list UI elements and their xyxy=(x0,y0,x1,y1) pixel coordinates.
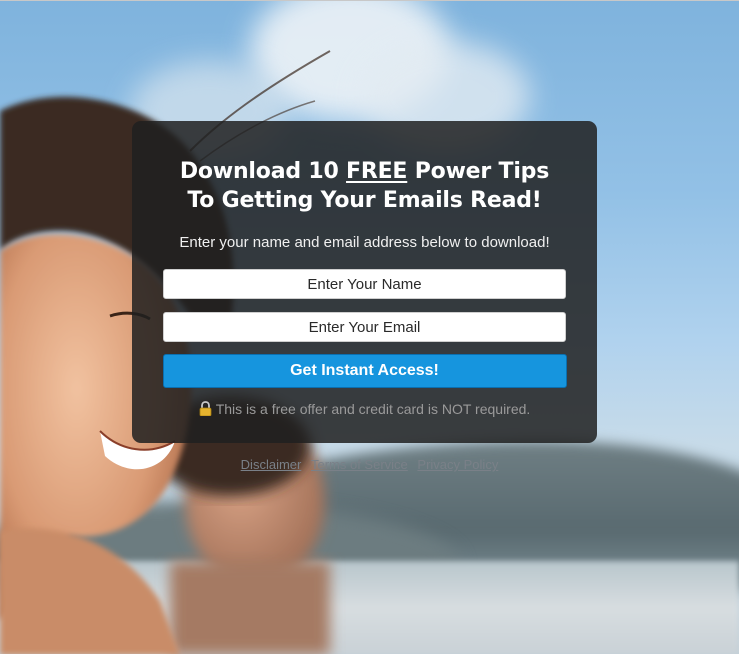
free-offer-note: This is a free offer and credit card is … xyxy=(132,401,597,419)
headline: Download 10 FREE Power Tips To Getting Y… xyxy=(132,157,597,215)
subtitle: Enter your name and email address below … xyxy=(179,234,550,251)
landing-page: Download 10 FREE Power Tips To Getting Y… xyxy=(0,0,739,654)
terms-link[interactable]: Terms of Service xyxy=(311,457,408,472)
headline-line-2: To Getting Your Emails Read! xyxy=(187,188,542,213)
headline-free: FREE xyxy=(346,159,408,184)
get-access-button[interactable]: Get Instant Access! xyxy=(162,354,567,388)
lock-icon xyxy=(199,401,212,419)
free-offer-text: This is a free offer and credit card is … xyxy=(215,401,531,417)
footer-links: Disclaimer Terms of Service Privacy Poli… xyxy=(0,457,739,472)
email-input[interactable] xyxy=(163,312,566,342)
privacy-link[interactable]: Privacy Policy xyxy=(417,457,498,472)
headline-text: Download 10 xyxy=(179,159,347,184)
headline-text-end: Power Tips xyxy=(407,159,550,184)
name-input[interactable] xyxy=(163,269,566,299)
optin-panel: Download 10 FREE Power Tips To Getting Y… xyxy=(132,121,597,443)
disclaimer-link[interactable]: Disclaimer xyxy=(241,457,302,472)
